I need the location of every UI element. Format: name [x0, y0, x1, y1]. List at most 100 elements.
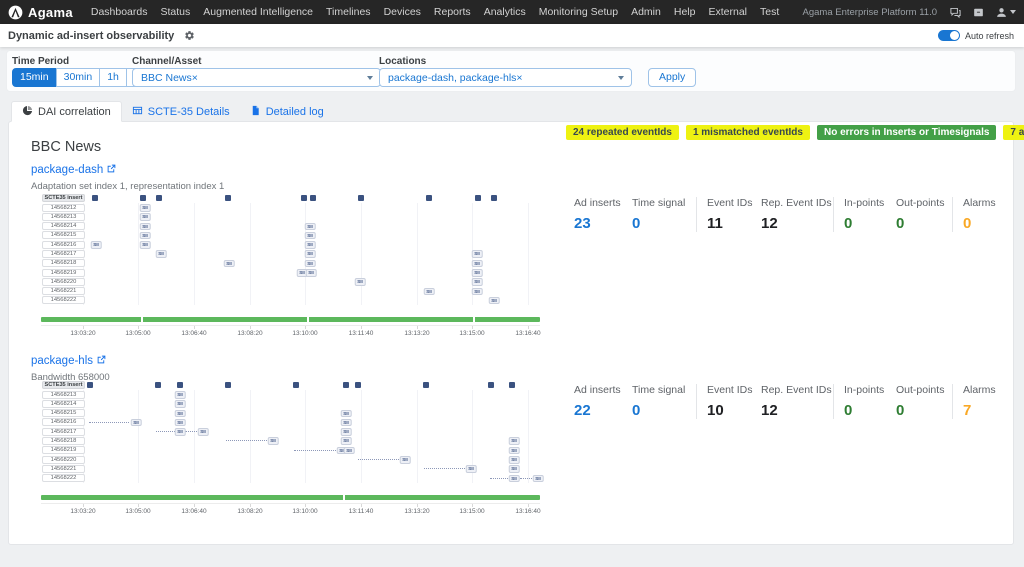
status-badge-1-mismatched-eventids: 1 mismatched eventIds [686, 125, 810, 140]
stat-rep-event-ids: Rep. Event IDs12 [761, 197, 833, 232]
event-row-14568218: 14568218SIISIISII [41, 436, 541, 445]
event-id-label: 14568216 [42, 241, 85, 249]
time-period-label: Time Period [12, 56, 69, 67]
package-link-package-dash[interactable]: package-dash [31, 164, 116, 176]
stat-label: In-points [844, 384, 896, 396]
ad-insert-chip: SII [175, 400, 186, 408]
nav-item-augmented-intelligence[interactable]: Augmented Intelligence [203, 6, 313, 18]
apply-button[interactable]: Apply [648, 68, 696, 87]
time-period-1h[interactable]: 1h [99, 68, 127, 87]
event-id-label: 14568213 [42, 391, 85, 399]
tab-dai-correlation[interactable]: DAI correlation [11, 101, 122, 122]
ad-insert-chip: SII [156, 250, 167, 258]
toggle-knob [950, 31, 959, 40]
axis-tick [83, 504, 84, 507]
stat-time-signal: Time signal0 [632, 197, 696, 232]
axis-tick [250, 504, 251, 507]
nav-item-help[interactable]: Help [674, 6, 696, 18]
locations-select[interactable]: package-dash, package-hls× [379, 68, 632, 87]
event-row-14568216: 14568216SIISIISII [41, 418, 541, 427]
chart-header-row: SCTE35 insert [41, 194, 541, 203]
ad-insert-chip: SII [509, 456, 520, 464]
ad-insert-chip: SII [306, 269, 317, 277]
ad-insert-chip: SII [355, 278, 366, 286]
ad-insert-chip: SII [91, 241, 102, 249]
stat-value: 0 [896, 215, 952, 232]
stat-in-points: In-points0 [844, 384, 896, 419]
channel-asset-select[interactable]: BBC News× [132, 68, 381, 87]
stat-label: Alarms [963, 197, 1021, 209]
event-row-14568219: 14568219SIISIISII [41, 446, 541, 455]
ad-insert-chip: SII [472, 278, 483, 286]
event-row-14568213: 14568213SII [41, 212, 541, 221]
scte35-insert-marker [293, 382, 299, 388]
availability-bar [41, 317, 540, 322]
event-id-label: 14568221 [42, 287, 85, 295]
axis-tick-label: 13:11:40 [349, 330, 374, 337]
nav-item-timelines[interactable]: Timelines [326, 6, 371, 18]
axis-tick-label: 13:15:00 [459, 330, 484, 337]
tab-scte-35-details[interactable]: SCTE-35 Details [122, 101, 240, 122]
stat-value: 12 [761, 215, 833, 232]
availability-bar [41, 495, 540, 500]
stat-label: In-points [844, 197, 896, 209]
ad-duration-dots [424, 468, 465, 469]
event-id-label: 14568218 [42, 259, 85, 267]
nav-item-external[interactable]: External [708, 6, 747, 18]
chat-icon[interactable] [949, 6, 962, 19]
scte35-insert-marker [301, 195, 307, 201]
tab-label: Detailed log [266, 106, 324, 118]
nav-item-admin[interactable]: Admin [631, 6, 661, 18]
storage-icon[interactable] [972, 6, 985, 19]
ad-insert-chip: SII [344, 447, 355, 455]
ad-insert-chip: SII [140, 213, 151, 221]
scte35-insert-marker [310, 195, 316, 201]
event-row-14568213: 14568213SII [41, 390, 541, 399]
nav-item-reports[interactable]: Reports [434, 6, 471, 18]
event-row-14568214: 14568214SII [41, 399, 541, 408]
axis-tick [472, 504, 473, 507]
event-id-label: 14568218 [42, 437, 85, 445]
top-navbar: Agama Dashboards Status Augmented Intellig… [0, 0, 1024, 24]
axis-tick-label: 13:15:00 [459, 508, 484, 515]
axis-tick [361, 504, 362, 507]
time-period-30min[interactable]: 30min [56, 68, 101, 87]
agama-logo[interactable]: Agama [8, 5, 73, 20]
axis-tick-label: 13:10:00 [292, 330, 317, 337]
scte35-insert-marker [140, 195, 146, 201]
user-icon[interactable] [995, 6, 1016, 19]
scte35-insert-marker [225, 195, 231, 201]
ad-insert-chip: SII [175, 419, 186, 427]
nav-item-dashboards[interactable]: Dashboards [91, 6, 148, 18]
time-period-15min[interactable]: 15min [12, 68, 57, 87]
auto-refresh-toggle[interactable] [938, 30, 960, 41]
stat-group: Ad inserts23Time signal0 [574, 197, 696, 232]
nav-item-monitoring-setup[interactable]: Monitoring Setup [539, 6, 618, 18]
ad-insert-chip: SII [305, 232, 316, 240]
package-link-package-hls[interactable]: package-hls [31, 355, 106, 367]
stat-value: 22 [574, 402, 632, 419]
package-link-label: package-dash [31, 164, 103, 176]
ad-insert-chip: SII [466, 465, 477, 473]
ad-duration-dots [294, 450, 336, 451]
settings-gear-icon[interactable] [184, 30, 195, 41]
stat-alarms: Alarms0 [963, 197, 1021, 232]
nav-item-status[interactable]: Status [160, 6, 190, 18]
scte35-insert-marker [156, 195, 162, 201]
channel-title: BBC News [31, 139, 101, 155]
stat-ad-inserts: Ad inserts22 [574, 384, 632, 419]
ad-insert-chip: SII [140, 241, 151, 249]
nav-item-devices[interactable]: Devices [384, 6, 421, 18]
event-id-label: 14568216 [42, 418, 85, 426]
package-subtitle: Adaptation set index 1, representation i… [31, 181, 1015, 192]
nav-item-analytics[interactable]: Analytics [484, 6, 526, 18]
scte35-insert-marker [177, 382, 183, 388]
nav-item-test[interactable]: Test [760, 6, 779, 18]
availability-bar-wrap [41, 495, 540, 500]
ad-duration-dots [490, 478, 508, 479]
ad-insert-chip: SII [198, 428, 209, 436]
event-id-label: 14568219 [42, 269, 85, 277]
ad-insert-chip: SII [472, 260, 483, 268]
stats-row-package-hls: Ad inserts22Time signal0Event IDs10Rep. … [574, 384, 1021, 419]
tab-detailed-log[interactable]: Detailed log [240, 101, 334, 122]
